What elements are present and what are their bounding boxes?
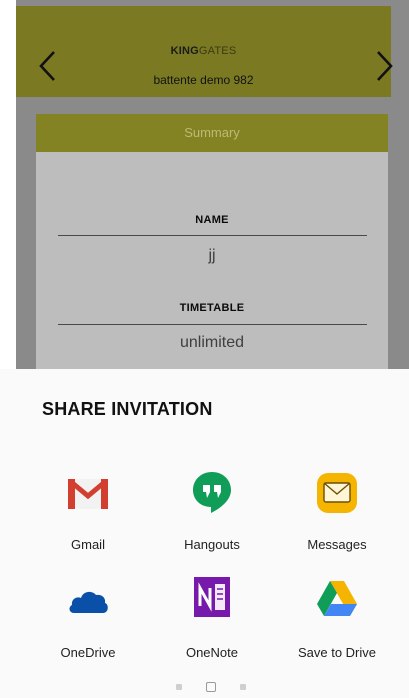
share-app-gmail[interactable]: Gmail	[23, 469, 153, 559]
timetable-value: unlimited	[179, 334, 245, 351]
share-app-onenote[interactable]: OneNote	[147, 575, 277, 665]
share-app-onedrive[interactable]: OneDrive	[23, 575, 153, 665]
brand-logo-light: GATES	[198, 45, 237, 57]
onenote-icon	[194, 577, 230, 617]
brand-logo-bold: KING	[170, 45, 199, 57]
share-app-label: Gmail	[71, 537, 105, 552]
summary-card: Summary NAME jj TIMETABLE unlimited	[36, 114, 388, 374]
share-app-save-to-drive[interactable]: Save to Drive	[272, 575, 402, 665]
messages-icon	[317, 473, 357, 513]
hangouts-icon	[193, 472, 231, 513]
share-app-label: Save to Drive	[297, 645, 377, 660]
drive-icon	[317, 581, 357, 616]
device-name: battente demo 982	[153, 73, 254, 87]
name-divider	[58, 235, 367, 236]
summary-title: Summary	[36, 114, 388, 152]
gmail-icon	[68, 479, 108, 509]
share-app-label: OneDrive	[60, 645, 116, 660]
share-app-label: Messages	[307, 537, 367, 552]
forward-arrow-icon[interactable]	[372, 46, 396, 86]
share-sheet-title: SHARE INVITATION	[42, 399, 213, 419]
share-app-hangouts[interactable]: Hangouts	[147, 469, 277, 559]
page-indicator	[0, 681, 409, 692]
page-dot-active	[206, 682, 216, 692]
share-sheet: SHARE INVITATION Gmail Hangouts Messages	[0, 369, 409, 698]
share-app-messages[interactable]: Messages	[272, 469, 402, 559]
timetable-divider	[58, 324, 367, 325]
page-dot	[176, 684, 182, 690]
name-label: NAME	[195, 214, 229, 226]
app-header: KINGGATES battente demo 982	[16, 6, 393, 97]
share-app-label: Hangouts	[184, 537, 240, 552]
share-app-label: OneNote	[185, 645, 239, 660]
brand-logo: KINGGATES	[16, 45, 391, 57]
timetable-label: TIMETABLE	[179, 302, 245, 314]
name-value: jj	[208, 247, 216, 264]
page-dot	[240, 684, 246, 690]
onedrive-icon	[69, 591, 108, 613]
